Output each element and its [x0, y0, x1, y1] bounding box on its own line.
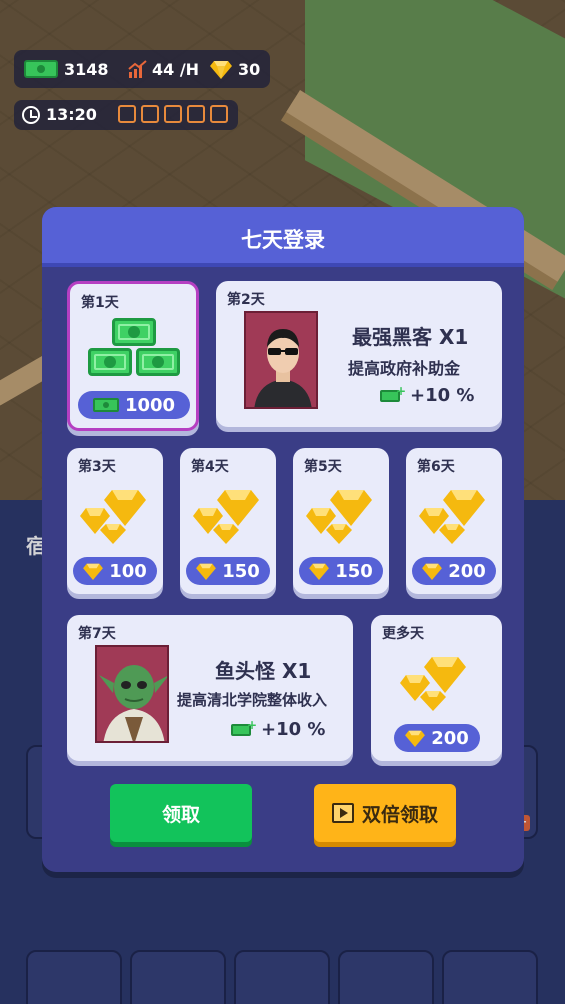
fish-monster-character-icon	[99, 665, 167, 741]
reward-amount: 100	[73, 557, 157, 585]
game-time: 13:20	[46, 105, 97, 124]
income-trend-icon	[128, 60, 147, 78]
reward-amount: 200	[394, 724, 480, 752]
gem-icon	[422, 563, 443, 580]
gem-icon	[196, 563, 217, 580]
cash-plus-icon	[380, 384, 406, 402]
cash-plus-icon	[231, 718, 257, 736]
resource-bar: 3148 44 /H 30	[14, 50, 270, 88]
gem-pile-icon	[193, 490, 259, 544]
package-icon[interactable]	[187, 105, 205, 123]
gem-pile-icon	[419, 490, 485, 544]
day-6-card[interactable]: 第6天 200	[406, 448, 502, 594]
bonus-value: +10 %	[261, 719, 326, 740]
day-label: 第5天	[304, 459, 342, 475]
reward-value: 1000	[124, 394, 176, 416]
edit-icon[interactable]	[118, 105, 136, 123]
gem-pile-icon	[400, 657, 466, 711]
video-ad-icon	[331, 803, 354, 823]
cash-bill-icon	[112, 318, 156, 346]
day-label: 更多天	[382, 626, 424, 642]
day-label: 第6天	[417, 459, 455, 475]
gem-value: 30	[238, 59, 261, 79]
hacker-character-icon	[254, 329, 312, 407]
double-claim-button-label: 双倍领取	[361, 803, 438, 826]
gem-pile-icon	[306, 490, 372, 544]
dialog-header: 七天登录	[42, 207, 524, 267]
income-counter[interactable]: 44 /H	[128, 58, 199, 80]
reward-value: 150	[335, 560, 373, 582]
task-icons	[118, 105, 228, 123]
day-4-card[interactable]: 第4天 150	[180, 448, 276, 594]
gem-icon	[83, 563, 104, 580]
reward-amount: 1000	[78, 391, 190, 419]
cash-icon	[92, 398, 119, 412]
day-2-card[interactable]: 第2天 最强黑客 X1 提高政府补助金 +10 %	[216, 281, 502, 427]
gem-pile-icon	[80, 490, 146, 544]
food-icon[interactable]	[141, 105, 159, 123]
cash-bill-icon	[88, 348, 132, 376]
reward-value: 150	[222, 560, 260, 582]
gem-icon	[309, 563, 330, 580]
clock-icon	[22, 106, 40, 124]
day-label: 第2天	[227, 292, 265, 308]
claim-button[interactable]: 领取	[110, 784, 252, 842]
cash-counter[interactable]: 3148	[24, 58, 109, 80]
cash-icon	[24, 60, 58, 78]
day-7-card[interactable]: 第7天 鱼头怪 X1 提高清北学院整体收入 +10 %	[67, 615, 353, 761]
day-label: 第1天	[81, 295, 119, 311]
hacker-portrait	[244, 311, 318, 409]
fish-monster-portrait	[95, 645, 169, 743]
day-label: 第7天	[78, 626, 116, 642]
bonus-row: +10 %	[231, 718, 326, 740]
income-value: 44 /H	[152, 59, 200, 79]
day-label: 第3天	[78, 459, 116, 475]
claim-button-label: 领取	[161, 803, 200, 826]
basket-icon[interactable]	[164, 105, 182, 123]
reward-value: 100	[109, 560, 147, 582]
bonus-row: +10 %	[380, 384, 475, 406]
double-claim-button[interactable]: 双倍领取	[314, 784, 456, 842]
reward-amount: 150	[299, 557, 383, 585]
reward-amount: 200	[412, 557, 496, 585]
hero-description: 提高清北学院整体收入	[177, 691, 328, 709]
reward-value: 200	[431, 727, 469, 749]
clock-bar: 13:20	[14, 100, 238, 130]
bonus-value: +10 %	[410, 385, 475, 406]
more-days-card[interactable]: 更多天 200	[371, 615, 502, 761]
cash-value: 3148	[64, 59, 109, 79]
reward-value: 200	[448, 560, 486, 582]
day-label: 第4天	[191, 459, 229, 475]
gem-icon	[210, 61, 232, 79]
gem-counter[interactable]: 30	[210, 58, 260, 80]
hero-name: 鱼头怪 X1	[215, 659, 312, 683]
hero-name: 最强黑客 X1	[352, 325, 469, 349]
medical-icon[interactable]	[210, 105, 228, 123]
day-1-card[interactable]: 第1天 1000	[67, 281, 199, 431]
cash-bill-icon	[136, 348, 180, 376]
seven-day-login-dialog: 七天登录 第1天 1000 第2天 最强黑客 X1 提高政府补助金 + +10 …	[42, 207, 524, 872]
day-3-card[interactable]: 第3天 100	[67, 448, 163, 594]
gem-icon	[405, 730, 426, 747]
hero-description: 提高政府补助金	[348, 359, 461, 378]
reward-amount: 150	[186, 557, 270, 585]
dialog-title: 七天登录	[241, 228, 325, 252]
day-5-card[interactable]: 第5天 150	[293, 448, 389, 594]
